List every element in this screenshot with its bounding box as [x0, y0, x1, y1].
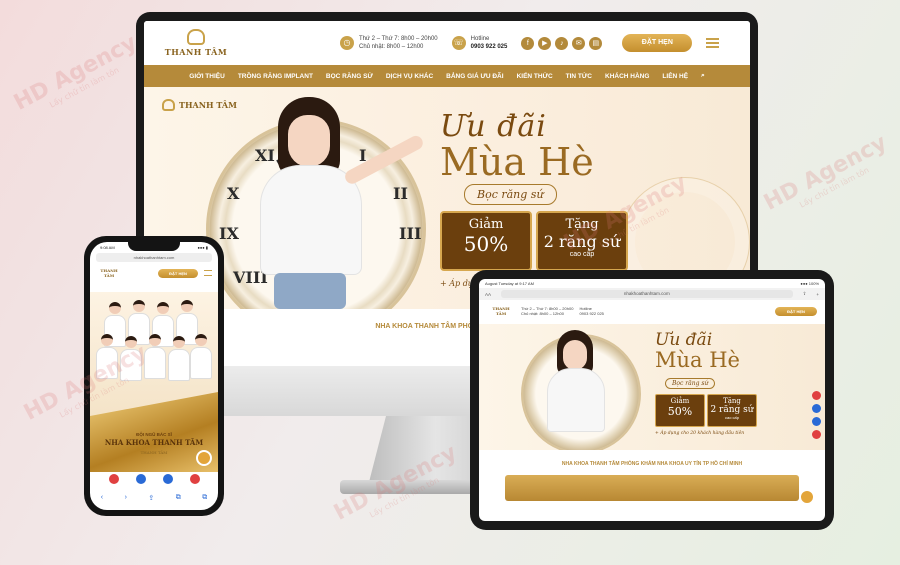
tablet-status-bar: August Tuesday at 9:17 AM ●●● 100%	[485, 281, 819, 286]
hero-logo-text: THANH TÂM	[179, 100, 237, 110]
call-icon[interactable]	[812, 391, 821, 400]
phone-screen: 9:08 AM ●●● ▮ nhakhoathanhtam.com THANH T…	[90, 242, 218, 510]
phone-browser-toolbar: ‹ › ⇪ ⧉ ⧉	[90, 494, 218, 502]
desktop-header: THANH TÂM ◷ Thứ 2 – Thứ 7: 8h00 – 20h00 C…	[144, 21, 750, 65]
search-icon[interactable]: ⌕	[701, 72, 705, 80]
hours-line-2: Chủ nhật: 8h00 – 12h00	[359, 44, 424, 50]
menu-icon[interactable]	[204, 270, 212, 276]
call-icon[interactable]	[108, 474, 119, 484]
nav-item-tin-tuc[interactable]: TIN TỨC	[566, 73, 592, 80]
logo-text: THANH TÂM	[164, 47, 228, 57]
youtube-icon[interactable]: ▶	[538, 36, 552, 50]
nav-item-bang-gia[interactable]: BẢNG GIÁ ƯU ĐÃI	[446, 73, 503, 80]
bookmarks-icon[interactable]: ⧉	[176, 494, 181, 502]
nav-item-kien-thuc[interactable]: KIẾN THỨC	[517, 73, 553, 80]
main-nav: GIỚI THIỆU TRỒNG RĂNG IMPLANT BỌC RĂNG S…	[144, 65, 750, 87]
tablet-logo[interactable]: THANH TÂM	[487, 306, 515, 316]
hotline-label: Hotline	[470, 36, 490, 42]
phone-notch	[128, 242, 180, 251]
menu-icon[interactable]	[706, 38, 720, 48]
tablet-device: August Tuesday at 9:17 AM ●●● 100% AA nha…	[470, 270, 834, 530]
clock-icon: ◷	[340, 36, 354, 50]
phone-book-button[interactable]: ĐẶT HẸN	[158, 268, 198, 278]
gift-box: Tặng 2 răng sứ cao cấp	[536, 211, 628, 271]
floating-contact-buttons	[812, 391, 821, 439]
share-icon[interactable]: ⇪	[803, 291, 807, 297]
zalo-icon[interactable]	[812, 417, 821, 426]
nav-item-trong-rang-implant[interactable]: TRỒNG RĂNG IMPLANT	[238, 73, 313, 80]
promo-block: Ưu đãi Mùa Hè Bọc răng sứ Giảm 50% Tặng …	[440, 109, 640, 288]
gift-box: Tặng 2 răng sứ cao cấp	[707, 394, 757, 427]
book-appointment-button[interactable]: ĐẶT HẸN	[622, 34, 693, 52]
tablet-header: THANH TÂM Thứ 2 – Thứ 7: 8h00 – 20h00 Chủ…	[479, 300, 825, 322]
tabs-icon[interactable]: ⧉	[202, 494, 207, 502]
zalo-icon[interactable]: ▤	[589, 36, 603, 50]
phone-icon: ☏	[451, 36, 466, 50]
model-photo	[545, 330, 607, 448]
promo-script-title: Ưu đãi	[440, 109, 547, 144]
new-tab-icon[interactable]: +	[816, 292, 819, 297]
reader-icon[interactable]: AA	[485, 292, 491, 297]
zalo-icon[interactable]	[162, 474, 173, 484]
tablet-gold-banner	[505, 475, 799, 501]
hero-logo: THANH TÂM	[162, 99, 237, 111]
facebook-icon[interactable]: f	[521, 36, 535, 50]
watermark: HD Agency Lấy chữ tín làm tôn	[9, 30, 141, 116]
messenger-icon[interactable]	[812, 404, 821, 413]
tablet-section-title: NHA KHOA THANH TÂM PHÒNG KHÁM NHA KHOA U…	[561, 461, 743, 467]
email-icon[interactable]: ✉	[572, 36, 586, 50]
tiktok-icon[interactable]: ♪	[555, 36, 569, 50]
tablet-book-button[interactable]: ĐẶT HẸN	[775, 306, 817, 316]
map-icon[interactable]	[189, 474, 200, 484]
phone-url-field[interactable]: nhakhoathanhtam.com	[96, 253, 212, 262]
model-photo	[256, 97, 426, 309]
share-icon[interactable]: ⇪	[148, 494, 154, 502]
tablet-browser-bar: AA nhakhoathanhtam.com ⇪ +	[479, 288, 825, 300]
chat-icon[interactable]	[196, 450, 212, 466]
watermark: HD Agency Lấy chữ tín làm tôn	[759, 130, 891, 216]
phone-logo[interactable]: THANH TÂM	[96, 268, 122, 278]
tablet-promo-block: Ưu đãi Mùa Hè Bọc răng sứ Giảm 50% Tặng 2 …	[655, 330, 765, 436]
tooth-logo-icon	[187, 29, 205, 45]
discount-box: Giảm 50%	[440, 211, 532, 271]
map-icon[interactable]	[812, 430, 821, 439]
nav-item-dich-vu-khac[interactable]: DỊCH VỤ KHÁC	[386, 73, 433, 80]
discount-box: Giảm 50%	[655, 394, 705, 427]
nav-item-khach-hang[interactable]: KHÁCH HÀNG	[605, 73, 649, 80]
phone-device: 9:08 AM ●●● ▮ nhakhoathanhtam.com THANH T…	[84, 236, 224, 516]
social-links: f ▶ ♪ ✉ ▤	[521, 36, 603, 50]
back-icon[interactable]: ‹	[101, 494, 103, 502]
tablet-hero-banner[interactable]: Ưu đãi Mùa Hè Bọc răng sứ Giảm 50% Tặng 2 …	[479, 324, 825, 450]
opening-hours: ◷ Thứ 2 – Thứ 7: 8h00 – 20h00 Chủ nhật: 8…	[340, 35, 438, 51]
promo-big-title: Mùa Hè	[440, 140, 594, 184]
tablet-url-field[interactable]: nhakhoathanhtam.com	[501, 290, 793, 298]
hotline-number: 0903 922 025	[470, 44, 508, 50]
nav-item-boc-rang-su[interactable]: BỌC RĂNG SỨ	[326, 73, 373, 80]
nav-item-lien-he[interactable]: LIÊN HỆ	[662, 73, 688, 80]
site-logo[interactable]: THANH TÂM	[156, 29, 236, 57]
nav-item-gioi-thieu[interactable]: GIỚI THIỆU	[189, 73, 225, 80]
chat-icon[interactable]	[799, 489, 815, 505]
tablet-screen: August Tuesday at 9:17 AM ●●● 100% AA nha…	[479, 279, 825, 521]
phone-contact-buttons	[90, 474, 218, 484]
hotline[interactable]: ☏ Hotline 0903 922 025	[451, 35, 508, 51]
promo-service-pill: Bọc răng sứ	[464, 184, 557, 205]
forward-icon[interactable]: ›	[125, 494, 127, 502]
messenger-icon[interactable]	[135, 474, 146, 484]
hours-line-1: Thứ 2 – Thứ 7: 8h00 – 20h00	[359, 36, 438, 42]
phone-header: THANH TÂM ĐẶT HẸN	[90, 262, 218, 284]
tooth-logo-icon	[162, 99, 175, 111]
